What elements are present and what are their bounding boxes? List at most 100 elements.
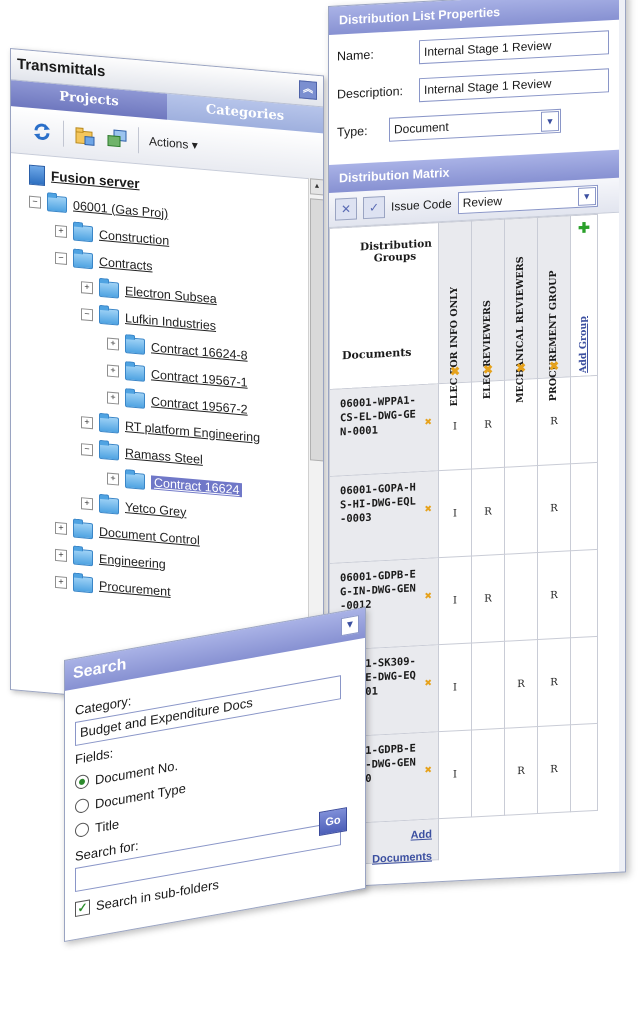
tree-node-label[interactable]: Procurement — [99, 578, 171, 598]
add-group-link[interactable]: Add Group — [578, 289, 589, 400]
remove-group-icon[interactable]: ✖ — [549, 359, 559, 374]
refresh-icon[interactable] — [31, 120, 53, 144]
check-icon[interactable]: ✓ — [363, 196, 385, 220]
transmittals-panel: Transmittals ︽ Projects Categories Actio… — [10, 48, 324, 718]
issue-code-label: Issue Code — [391, 196, 452, 214]
issue-code-cell[interactable] — [504, 465, 538, 555]
remove-group-icon[interactable]: ✖ — [483, 362, 493, 377]
expand-icon[interactable]: + — [107, 363, 119, 378]
chevron-down-icon[interactable]: ▼ — [577, 186, 596, 206]
collapse-icon[interactable]: − — [81, 442, 93, 456]
tree-node-label[interactable]: Construction — [99, 227, 169, 247]
tree-node-label[interactable]: Yetco Grey — [125, 500, 186, 519]
type-value[interactable]: Document — [389, 108, 561, 142]
document-number[interactable]: 06001-WPPA1-CS-EL-DWG-GEN-0001 — [340, 393, 416, 439]
document-cell: 06001-GOPA-HS-HI-DWG-EQL-0003 ✖ — [329, 470, 439, 564]
remove-document-icon[interactable]: ✖ — [425, 415, 432, 429]
type-select[interactable]: Document ▼ — [389, 108, 561, 142]
issue-code-cell[interactable]: I — [438, 729, 472, 819]
scroll-up-icon[interactable]: ▲ — [310, 178, 324, 196]
document-number[interactable]: 06001-GOPA-HS-HI-DWG-EQL-0003 — [340, 480, 416, 526]
collapse-panel-icon[interactable]: ︽ — [299, 80, 317, 100]
matrix-title: Distribution Matrix — [339, 165, 450, 186]
issue-code-cell[interactable]: I — [438, 642, 472, 732]
tree-scrollbar[interactable]: ▲ ▼ — [308, 178, 324, 666]
chevron-down-icon[interactable]: ▼ — [541, 110, 559, 132]
expand-icon[interactable]: + — [55, 224, 67, 238]
issue-code-cell[interactable] — [504, 552, 538, 642]
name-row: Name: Internal Stage 1 Review — [337, 30, 617, 69]
tree-node-label[interactable]: Ramass Steel — [125, 446, 203, 467]
issue-code-cell[interactable]: R — [504, 639, 538, 729]
expand-icon[interactable]: + — [81, 415, 93, 429]
distribution-panel: Distribution List Properties Name: Inter… — [328, 0, 626, 888]
issue-code-cell[interactable] — [471, 641, 505, 730]
expand-icon[interactable]: + — [81, 496, 93, 510]
collapse-icon[interactable]: − — [55, 251, 67, 265]
issue-code-cell[interactable]: R — [504, 726, 538, 816]
matrix-header-row: Distribution Groups Documents ELEC FOR I… — [329, 214, 598, 407]
name-field[interactable]: Internal Stage 1 Review — [419, 30, 609, 65]
table-row: 06001-GOPA-HS-HI-DWG-EQL-0003 ✖ I R R — [329, 462, 598, 564]
issue-code-select[interactable]: Review ▼ — [457, 184, 598, 215]
description-field[interactable]: Internal Stage 1 Review — [419, 68, 609, 103]
tree-node-label[interactable]: Lufkin Industries — [125, 311, 216, 333]
server-label[interactable]: Fusion server — [51, 169, 140, 192]
tree-node-label[interactable]: Engineering — [99, 551, 166, 571]
checkbox-checked-icon[interactable]: ✓ — [75, 899, 90, 918]
matrix-scrollbar[interactable] — [619, 0, 625, 872]
expand-icon[interactable]: + — [81, 280, 93, 294]
tree-node-label[interactable]: Document Control — [99, 524, 200, 547]
add-documents-link[interactable]: Add Documents — [372, 824, 432, 871]
remove-document-icon[interactable]: ✖ — [425, 676, 432, 690]
document-number[interactable]: 06001-GDPB-EG-IN-DWG-GEN-0012 — [340, 567, 416, 613]
expand-icon[interactable]: + — [55, 548, 67, 562]
issue-code-cell[interactable]: R — [471, 554, 505, 643]
remove-icon[interactable]: ✕ — [335, 197, 357, 221]
expand-icon[interactable]: + — [107, 390, 119, 405]
radio-button[interactable] — [75, 797, 89, 815]
radio-label: Title — [95, 815, 120, 836]
new-folder-icon[interactable] — [74, 124, 96, 148]
issue-code-cell[interactable]: R — [537, 637, 571, 727]
remove-document-icon[interactable]: ✖ — [425, 589, 432, 603]
tree-node-label[interactable]: Contract 16624-8 — [151, 340, 248, 362]
actions-menu[interactable]: Actions ▾ — [149, 134, 198, 152]
issue-code-cell[interactable]: R — [471, 467, 505, 556]
folder-icon — [99, 415, 119, 434]
matrix-body: 06001-WPPA1-CS-EL-DWG-GEN-0001 ✖ I R R 06001-… — [329, 375, 598, 866]
expand-icon[interactable]: + — [55, 575, 67, 589]
collapse-icon[interactable]: − — [29, 195, 41, 209]
radio-button[interactable] — [75, 773, 89, 791]
remove-document-icon[interactable]: ✖ — [425, 763, 432, 777]
remove-group-icon[interactable]: ✖ — [516, 361, 526, 376]
issue-code-cell[interactable]: R — [537, 724, 571, 814]
issue-code-cell[interactable] — [471, 728, 505, 817]
expand-icon[interactable]: + — [107, 336, 119, 351]
issue-code-cell[interactable]: R — [537, 550, 571, 640]
tree-node-label[interactable]: Contract 16624 — [151, 474, 243, 497]
tree-node-label[interactable]: 06001 (Gas Proj) — [73, 198, 168, 220]
chevron-down-icon[interactable]: ▼ — [341, 614, 359, 637]
table-row: 06001-SK309-EG-ME-DWG-EQL-0001 ✖ I R R — [329, 636, 598, 738]
collapse-icon[interactable]: − — [81, 307, 93, 321]
issue-code-value[interactable]: Review — [457, 184, 598, 215]
tree-node-label[interactable]: Electron Subsea — [125, 284, 217, 306]
scroll-thumb[interactable] — [310, 198, 324, 462]
remove-document-icon[interactable]: ✖ — [425, 502, 432, 516]
add-group-column[interactable]: ✚ Add Group — [570, 214, 598, 377]
remove-group-icon[interactable]: ✖ — [450, 364, 460, 379]
issue-code-cell[interactable]: I — [438, 468, 472, 558]
expand-icon[interactable]: + — [107, 471, 119, 486]
go-button[interactable]: Go — [319, 807, 347, 837]
screenshot-stage: Transmittals ︽ Projects Categories Actio… — [0, 0, 643, 1024]
expand-icon[interactable]: + — [55, 521, 67, 535]
tree-node-label[interactable]: Contract 19567-1 — [151, 367, 248, 389]
tree-node-label[interactable]: Contract 19567-2 — [151, 394, 248, 416]
radio-button[interactable] — [75, 821, 89, 839]
add-icon[interactable]: ✚ — [578, 219, 590, 237]
issue-code-cell[interactable]: I — [438, 555, 472, 645]
issue-code-cell[interactable]: R — [537, 463, 571, 553]
copy-folder-icon[interactable] — [106, 126, 128, 150]
tree-node-label[interactable]: Contracts — [99, 254, 153, 273]
